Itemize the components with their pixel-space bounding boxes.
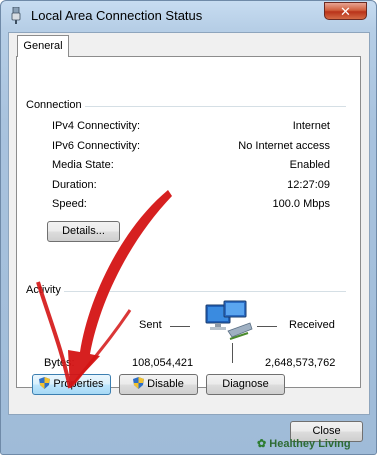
connection-heading: Connection — [23, 99, 85, 111]
bytes-received-value: 2,648,573,762 — [265, 357, 336, 369]
uac-shield-icon — [133, 377, 145, 389]
title-bar[interactable]: Local Area Connection Status ✕ — [1, 1, 376, 31]
network-computers-icon — [205, 300, 253, 340]
bytes-sent-value: 108,054,421 — [132, 357, 194, 369]
ipv6-label: IPv6 Connectivity: — [52, 140, 141, 152]
duration-label: Duration: — [52, 179, 97, 191]
speed-label: Speed: — [52, 198, 87, 210]
uac-shield-icon — [39, 377, 51, 389]
sent-line — [170, 326, 190, 327]
sent-label: Sent — [139, 319, 162, 331]
network-adapter-icon — [11, 7, 21, 24]
speed-value: 100.0 Mbps — [272, 198, 330, 210]
window-title: Local Area Connection Status — [31, 8, 203, 23]
properties-label: Properties — [53, 378, 104, 390]
healthey-living-watermark: ✿ Healthey Living — [257, 437, 351, 450]
tab-general[interactable]: General — [17, 35, 69, 57]
media-state-value: Enabled — [289, 159, 330, 171]
ipv4-value: Internet — [292, 120, 330, 132]
details-button[interactable]: Details... — [47, 221, 120, 242]
received-label: Received — [289, 319, 335, 331]
activity-group-divider — [23, 291, 346, 292]
title-close-button[interactable]: ✕ — [324, 2, 367, 20]
diagnose-button[interactable]: Diagnose — [206, 374, 285, 395]
ipv6-value: No Internet access — [238, 140, 330, 152]
leaf-logo-icon: ✿ — [257, 438, 267, 450]
watermark-text: Healthey Living — [269, 438, 351, 450]
properties-button[interactable]: Properties — [32, 374, 111, 395]
disable-label: Disable — [147, 378, 184, 390]
dialog-client-area: General Connection IPv4 Connectivity: In… — [8, 32, 370, 415]
tab-panel-general: Connection IPv4 Connectivity: Internet I… — [16, 56, 361, 388]
bytes-label: Bytes: — [44, 357, 75, 369]
media-state-label: Media State: — [52, 159, 114, 171]
disable-button[interactable]: Disable — [119, 374, 198, 395]
received-line — [257, 326, 277, 327]
activity-heading: Activity — [23, 284, 64, 296]
duration-value: 12:27:09 — [287, 179, 330, 191]
activity-center-line — [232, 343, 233, 363]
ipv4-label: IPv4 Connectivity: — [52, 120, 141, 132]
status-window: Local Area Connection Status ✕ General C… — [0, 0, 377, 455]
